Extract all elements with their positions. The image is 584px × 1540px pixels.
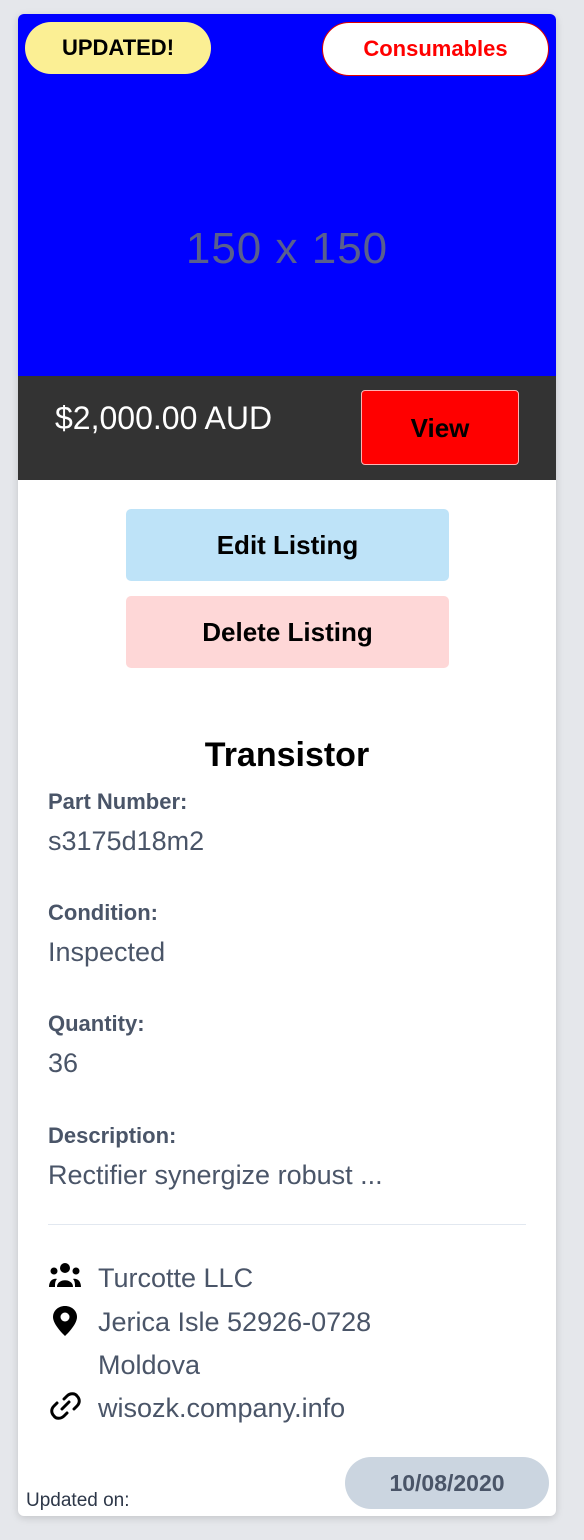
- updated-on-label: Updated on:: [26, 1490, 130, 1511]
- condition-value: Inspected: [48, 937, 166, 967]
- category-badge: Consumables: [322, 22, 549, 76]
- image-placeholder-text: 150 x 150: [185, 224, 389, 273]
- listing-title: Transistor: [204, 736, 370, 774]
- part-number-value: s3175d18m2: [48, 826, 205, 856]
- part-number-label: Part Number:: [48, 789, 188, 814]
- listing-card: 150 x 150 UPDATED! Consumables $2,000.00…: [18, 14, 556, 1516]
- description-label: Description:: [48, 1123, 177, 1148]
- address-line2: Moldova: [98, 1350, 201, 1380]
- updated-date-badge: 10/08/2020: [345, 1457, 549, 1509]
- link-icon: [50, 1392, 81, 1420]
- delete-listing-button[interactable]: Delete Listing: [126, 596, 449, 668]
- listing-image: 150 x 150 UPDATED! Consumables: [18, 14, 556, 376]
- quantity-value: 36: [48, 1048, 79, 1078]
- listing-price: $2,000.00 AUD: [55, 400, 273, 436]
- map-pin-icon: [53, 1306, 77, 1336]
- quantity-label: Quantity:: [48, 1011, 145, 1036]
- company-name: Turcotte LLC: [98, 1263, 254, 1293]
- edit-listing-button[interactable]: Edit Listing: [126, 509, 449, 581]
- users-icon: [49, 1263, 81, 1287]
- view-button[interactable]: View: [361, 390, 519, 465]
- updated-badge: UPDATED!: [25, 22, 211, 74]
- company-website[interactable]: wisozk.company.info: [98, 1386, 345, 1430]
- price-bar: $2,000.00 AUD View: [18, 376, 556, 480]
- section-divider: [48, 1224, 526, 1225]
- description-value: Rectifier synergize robust ...: [48, 1160, 383, 1190]
- condition-label: Condition:: [48, 900, 158, 925]
- address-line1: Jerica Isle 52926-0728: [98, 1307, 372, 1337]
